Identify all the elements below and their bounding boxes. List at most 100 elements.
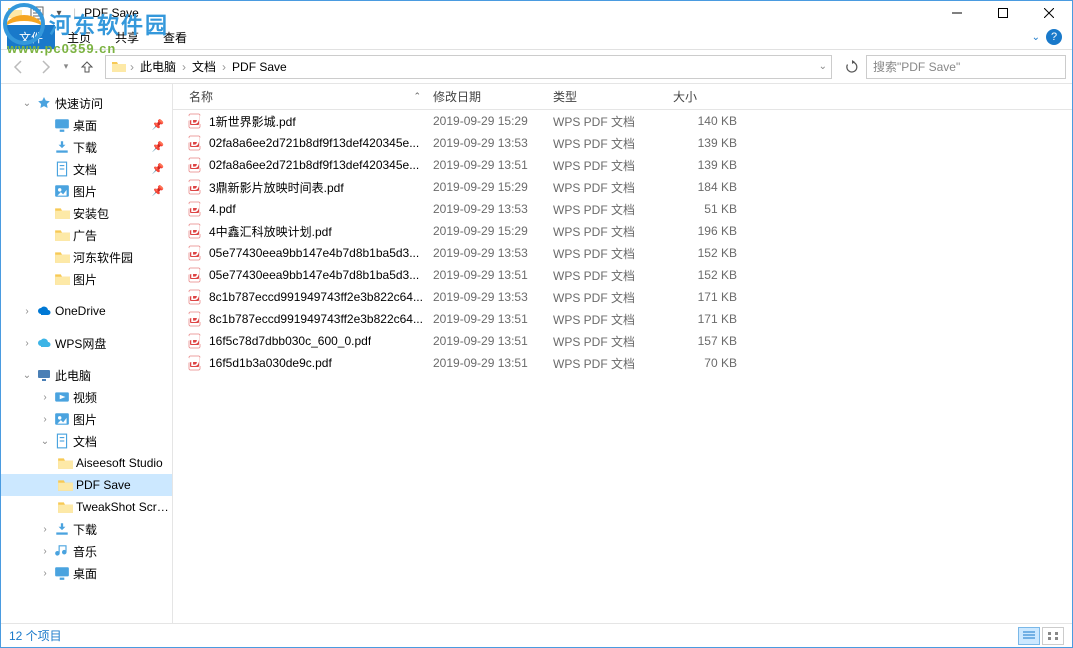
chevron-right-icon[interactable]: › <box>220 60 228 74</box>
file-row[interactable]: PDF02fa8a6ee2d721b8df9f13def420345e...20… <box>173 154 1072 176</box>
help-icon[interactable]: ? <box>1046 29 1062 45</box>
sidebar-item[interactable]: Aiseesoft Studio <box>1 452 172 474</box>
column-name[interactable]: 名称 ⌃ <box>173 88 429 105</box>
file-tab[interactable]: 文件 <box>7 25 55 49</box>
file-name: 02fa8a6ee2d721b8df9f13def420345e... <box>209 136 419 150</box>
file-row[interactable]: PDF16f5d1b3a030de9c.pdf2019-09-29 13:51W… <box>173 352 1072 374</box>
file-name: 16f5c78d7dbb030c_600_0.pdf <box>209 334 371 348</box>
sidebar-item[interactable]: 广告 <box>1 224 172 246</box>
minimize-button[interactable] <box>934 1 980 25</box>
file-row[interactable]: PDF8c1b787eccd991949743ff2e3b822c64...20… <box>173 286 1072 308</box>
refresh-button[interactable] <box>840 55 864 79</box>
qat-dropdown-icon[interactable]: ▾ <box>51 5 67 21</box>
column-type[interactable]: 类型 <box>549 88 669 105</box>
recent-dropdown[interactable]: ▾ <box>59 55 73 79</box>
nav-bar: ▾ › 此电脑 › 文档 › PDF Save ⌄ 搜索"PDF Save" <box>1 50 1072 84</box>
details-view-button[interactable] <box>1018 627 1040 645</box>
sidebar-item[interactable]: PDF Save <box>1 474 172 496</box>
column-size[interactable]: 大小 <box>669 88 749 105</box>
cloud-icon <box>36 303 52 319</box>
pin-icon: 📌 <box>152 142 164 153</box>
back-button[interactable] <box>7 55 31 79</box>
sidebar-item[interactable]: TweakShot Screen Capture <box>1 496 172 518</box>
file-row[interactable]: PDF4中鑫汇科放映计划.pdf2019-09-29 15:29WPS PDF … <box>173 220 1072 242</box>
chevron-down-icon[interactable]: ⌄ <box>819 61 827 72</box>
tab-share[interactable]: 共享 <box>103 25 151 49</box>
forward-button[interactable] <box>33 55 57 79</box>
sidebar-quick-access[interactable]: ⌄ 快速访问 <box>1 92 172 114</box>
chevron-down-icon[interactable]: ⌄ <box>21 98 33 109</box>
sidebar-item[interactable]: ›下载 <box>1 518 172 540</box>
sidebar-item[interactable]: 河东软件园 <box>1 246 172 268</box>
tab-view[interactable]: 查看 <box>151 25 199 49</box>
sidebar-item[interactable]: ›桌面 <box>1 562 172 584</box>
chevron-icon[interactable]: › <box>39 568 51 579</box>
ribbon-expand-icon[interactable]: ⌄ <box>1032 32 1040 43</box>
sidebar-wps[interactable]: › WPS网盘 <box>1 332 172 354</box>
file-type: WPS PDF 文档 <box>549 179 669 196</box>
sidebar-item[interactable]: 图片📌 <box>1 180 172 202</box>
svg-text:PDF: PDF <box>187 179 203 193</box>
sidebar-item[interactable]: ›音乐 <box>1 540 172 562</box>
address-bar[interactable]: › 此电脑 › 文档 › PDF Save ⌄ <box>105 55 832 79</box>
chevron-right-icon[interactable]: › <box>180 60 188 74</box>
chevron-icon[interactable]: › <box>39 524 51 535</box>
pdf-icon: PDF <box>187 267 203 283</box>
documents-icon <box>54 433 70 449</box>
tab-home[interactable]: 主页 <box>55 25 103 49</box>
search-input[interactable]: 搜索"PDF Save" <box>866 55 1066 79</box>
maximize-button[interactable] <box>980 1 1026 25</box>
sidebar-item[interactable]: ›视频 <box>1 386 172 408</box>
file-row[interactable]: PDF02fa8a6ee2d721b8df9f13def420345e...20… <box>173 132 1072 154</box>
svg-text:PDF: PDF <box>187 245 203 259</box>
chevron-right-icon[interactable]: › <box>21 306 33 317</box>
svg-text:PDF: PDF <box>187 355 203 369</box>
breadcrumb[interactable]: 此电脑 <box>136 58 180 75</box>
sidebar-item[interactable]: 文档📌 <box>1 158 172 180</box>
file-name: 4.pdf <box>209 202 236 216</box>
chevron-down-icon[interactable]: ⌄ <box>21 370 33 381</box>
file-row[interactable]: PDF05e77430eea9bb147e4b7d8b1ba5d3...2019… <box>173 242 1072 264</box>
folder-icon <box>54 227 70 243</box>
file-row[interactable]: PDF3鼎新影片放映时间表.pdf2019-09-29 15:29WPS PDF… <box>173 176 1072 198</box>
file-row[interactable]: PDF1新世界影城.pdf2019-09-29 15:29WPS PDF 文档1… <box>173 110 1072 132</box>
up-button[interactable] <box>75 55 99 79</box>
file-date: 2019-09-29 13:51 <box>429 158 549 172</box>
file-row[interactable]: PDF05e77430eea9bb147e4b7d8b1ba5d3...2019… <box>173 264 1072 286</box>
svg-text:PDF: PDF <box>187 267 203 281</box>
chevron-icon[interactable]: ⌄ <box>39 436 51 447</box>
properties-icon[interactable] <box>29 5 45 21</box>
file-type: WPS PDF 文档 <box>549 267 669 284</box>
chevron-icon[interactable]: › <box>39 392 51 403</box>
breadcrumb[interactable]: 文档 <box>188 58 220 75</box>
file-type: WPS PDF 文档 <box>549 223 669 240</box>
sidebar-item[interactable]: 桌面📌 <box>1 114 172 136</box>
svg-text:PDF: PDF <box>187 289 203 303</box>
chevron-right-icon[interactable]: › <box>21 338 33 349</box>
chevron-icon[interactable]: › <box>39 414 51 425</box>
icons-view-button[interactable] <box>1042 627 1064 645</box>
file-date: 2019-09-29 13:51 <box>429 312 549 326</box>
sidebar-item[interactable]: 图片 <box>1 268 172 290</box>
sidebar-item[interactable]: ⌄文档 <box>1 430 172 452</box>
file-size: 196 KB <box>669 224 749 238</box>
column-date[interactable]: 修改日期 <box>429 88 549 105</box>
file-row[interactable]: PDF4.pdf2019-09-29 13:53WPS PDF 文档51 KB <box>173 198 1072 220</box>
sidebar-onedrive[interactable]: › OneDrive <box>1 300 172 322</box>
file-date: 2019-09-29 13:51 <box>429 268 549 282</box>
close-button[interactable] <box>1026 1 1072 25</box>
file-row[interactable]: PDF8c1b787eccd991949743ff2e3b822c64...20… <box>173 308 1072 330</box>
sidebar-item[interactable]: 下载📌 <box>1 136 172 158</box>
svg-text:PDF: PDF <box>187 333 203 347</box>
sidebar-item[interactable]: ›图片 <box>1 408 172 430</box>
chevron-right-icon[interactable]: › <box>128 60 136 74</box>
chevron-icon[interactable]: › <box>39 546 51 557</box>
sidebar-this-pc[interactable]: ⌄ 此电脑 <box>1 364 172 386</box>
breadcrumb[interactable]: PDF Save <box>228 60 291 74</box>
sidebar-item[interactable]: 安装包 <box>1 202 172 224</box>
cloud-icon <box>36 335 52 351</box>
file-row[interactable]: PDF16f5c78d7dbb030c_600_0.pdf2019-09-29 … <box>173 330 1072 352</box>
file-date: 2019-09-29 13:53 <box>429 246 549 260</box>
pdf-icon: PDF <box>187 245 203 261</box>
file-name: 8c1b787eccd991949743ff2e3b822c64... <box>209 290 423 304</box>
